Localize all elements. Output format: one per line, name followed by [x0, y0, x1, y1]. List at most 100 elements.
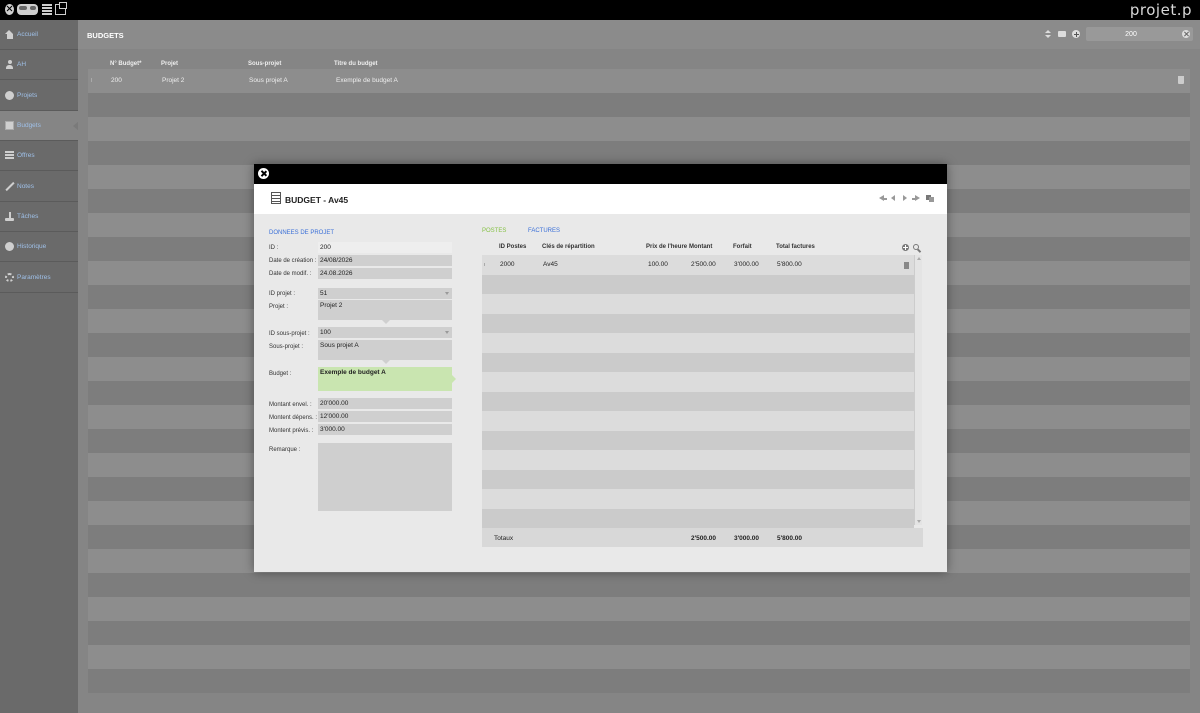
- remark-field[interactable]: [318, 443, 452, 511]
- chevron-down-icon: [445, 292, 449, 295]
- pie-icon: [5, 91, 14, 100]
- close-icon[interactable]: [5, 4, 14, 15]
- trash-icon[interactable]: [1178, 76, 1184, 84]
- cell-hourly-price: 100.00: [648, 261, 668, 268]
- sidebar-item-label: AH: [17, 61, 27, 68]
- clock-icon: [5, 242, 14, 251]
- column-header[interactable]: ID Postes: [499, 244, 526, 250]
- sidebar-item-ah[interactable]: AH: [0, 50, 78, 80]
- column-header[interactable]: Montant: [689, 244, 712, 250]
- notch: [382, 320, 390, 324]
- search-input[interactable]: [1086, 27, 1176, 41]
- project-id-select[interactable]: 51: [318, 288, 452, 299]
- duplicate-icon[interactable]: [926, 195, 934, 202]
- search-icon[interactable]: [913, 244, 919, 250]
- sidebar-item-budgets[interactable]: Budgets: [0, 111, 79, 141]
- cell-budget-title: Exemple de budget A: [336, 77, 398, 84]
- column-header[interactable]: Titre du budget: [334, 61, 378, 67]
- envelope-amount-label: Montant envel. :: [269, 402, 312, 408]
- table-row: [88, 597, 1190, 621]
- sidebar-item-accueil[interactable]: Accueil: [0, 20, 78, 50]
- previous-record-icon[interactable]: [890, 195, 898, 202]
- table-row[interactable]: 2000 Av45 100.00 2'500.00 3'000.00 5'800…: [482, 255, 914, 275]
- created-date-label: Date de création :: [269, 258, 317, 264]
- budget-field[interactable]: Exemple de budget A: [318, 367, 456, 391]
- column-header[interactable]: Projet: [161, 61, 178, 67]
- sidebar-item-label: Paramètres: [17, 274, 51, 281]
- drag-handle-icon[interactable]: [484, 263, 485, 266]
- project-field[interactable]: Projet 2: [318, 300, 452, 320]
- toggle-icon[interactable]: [17, 4, 38, 15]
- first-record-icon[interactable]: [879, 195, 887, 202]
- book-icon: [5, 121, 14, 130]
- table-row: [88, 645, 1190, 669]
- last-record-icon[interactable]: [912, 195, 920, 202]
- add-icon[interactable]: [1072, 30, 1080, 38]
- sidebar-item-label: Accueil: [17, 31, 38, 38]
- table-row: [88, 669, 1190, 693]
- subproject-id-select[interactable]: 100: [318, 327, 452, 338]
- column-header[interactable]: Prix de l'heure: [646, 244, 687, 250]
- window-icon[interactable]: [55, 2, 67, 15]
- add-icon[interactable]: [902, 244, 909, 251]
- remark-label: Remarque :: [269, 447, 301, 453]
- spent-amount-field[interactable]: 12'000.00: [318, 411, 452, 422]
- column-header[interactable]: N° Budget*: [110, 61, 141, 67]
- list-icon[interactable]: [42, 4, 52, 15]
- top-bar: projet.p: [0, 0, 1200, 20]
- section-title-project-data: DONNEES DE PROJET: [269, 230, 335, 236]
- table-row: [88, 621, 1190, 645]
- column-header[interactable]: Sous-projet: [248, 61, 281, 67]
- table-row: [482, 294, 914, 314]
- print-icon[interactable]: [1058, 31, 1066, 37]
- gear-icon: [5, 273, 14, 282]
- sidebar-item-offres[interactable]: Offres: [0, 141, 78, 171]
- user-icon: [5, 60, 14, 69]
- book-icon: [271, 192, 281, 204]
- close-modal-icon[interactable]: [258, 168, 269, 179]
- tab-factures[interactable]: FACTURES: [528, 228, 560, 234]
- table-row: [482, 450, 914, 470]
- table-row: [482, 372, 914, 392]
- sort-icon[interactable]: [1044, 30, 1052, 38]
- cell-budget-number: 200: [111, 77, 122, 84]
- sidebar-item-parametres[interactable]: Paramètres: [0, 263, 78, 293]
- project-id-label: ID projet :: [269, 291, 296, 297]
- drag-handle-icon[interactable]: [91, 78, 92, 82]
- cell-flat-fee: 3'000.00: [734, 261, 759, 268]
- app-logo: projet.p: [1129, 1, 1192, 19]
- trash-icon[interactable]: [904, 262, 909, 269]
- table-row: [88, 93, 1190, 117]
- column-header[interactable]: Clés de répartition: [542, 244, 595, 250]
- tab-postes[interactable]: POSTES: [482, 228, 506, 234]
- subproject-field[interactable]: Sous projet A: [318, 340, 452, 360]
- sidebar-item-label: Budgets: [17, 122, 41, 129]
- column-header[interactable]: Total factures: [776, 244, 815, 250]
- total-amount: 2'500.00: [691, 535, 717, 542]
- table-row: [482, 274, 914, 294]
- table-row: [88, 573, 1190, 597]
- created-date-field[interactable]: 24/08/2026: [318, 255, 452, 266]
- sidebar-item-label: Notes: [17, 183, 34, 190]
- cell-project: Projet 2: [162, 77, 185, 84]
- sidebar-item-label: Offres: [17, 152, 35, 159]
- sidebar-item-historique[interactable]: Historique: [0, 232, 78, 262]
- page-header: BUDGETS: [78, 20, 1200, 49]
- postes-scrollbar[interactable]: [914, 255, 922, 525]
- modified-date-field[interactable]: 24.08.2026: [318, 268, 452, 279]
- table-row: [482, 469, 914, 489]
- table-row[interactable]: 200 Projet 2 Sous projet A Exemple de bu…: [88, 69, 1190, 93]
- subproject-id-label: ID sous-projet :: [269, 331, 310, 337]
- sidebar-item-notes[interactable]: Notes: [0, 172, 78, 202]
- sidebar-item-taches[interactable]: Tâches: [0, 202, 78, 232]
- clear-search-icon[interactable]: [1182, 30, 1190, 38]
- table-row: [482, 391, 914, 411]
- table-row: [88, 117, 1190, 141]
- envelope-amount-field[interactable]: 20'000.00: [318, 398, 452, 409]
- sidebar-item-projets[interactable]: Projets: [0, 81, 78, 111]
- column-header[interactable]: Forfait: [733, 244, 752, 250]
- modal-title: BUDGET - Av45: [285, 195, 349, 205]
- table-row: [482, 333, 914, 353]
- planned-amount-field[interactable]: 3'000.00: [318, 424, 452, 435]
- next-record-icon[interactable]: [901, 195, 909, 202]
